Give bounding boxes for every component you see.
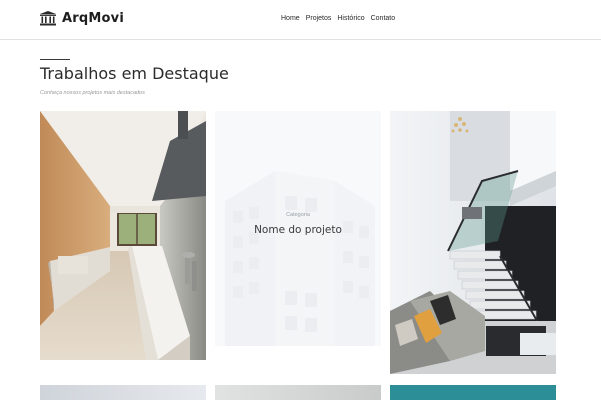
section-title: Trabalhos em Destaque — [40, 64, 229, 83]
card-category: Categoria — [286, 211, 310, 218]
project-card-featured[interactable]: Categoria Nome do projeto — [215, 111, 381, 346]
card-overlay: Categoria Nome do projeto — [215, 111, 381, 346]
project-card-kitchen[interactable] — [40, 111, 206, 360]
nav-projetos[interactable]: Projetos — [306, 15, 332, 22]
kitchen-interior-photo — [40, 111, 206, 360]
project-card-staircase[interactable] — [390, 111, 556, 374]
brand-logo[interactable]: ArqMovi — [40, 11, 124, 26]
project-card-row2-3[interactable] — [390, 385, 556, 400]
nav-contato[interactable]: Contato — [371, 15, 396, 22]
project-card-row2-1[interactable] — [40, 385, 206, 400]
building-columns-icon — [40, 11, 56, 26]
site-header: ArqMovi Home Projetos Histórico Contato — [0, 0, 601, 40]
brand-name: ArqMovi — [62, 11, 124, 26]
staircase-living-room-photo — [390, 111, 556, 374]
project-card-row2-2[interactable] — [215, 385, 381, 400]
card-project-name: Nome do projeto — [254, 223, 342, 236]
nav-home[interactable]: Home — [281, 15, 300, 22]
section-divider — [40, 59, 70, 60]
main-nav: Home Projetos Histórico Contato — [281, 15, 395, 22]
nav-historico[interactable]: Histórico — [337, 15, 364, 22]
section-subtitle: Conheça nossos projetos mais destacados — [40, 90, 145, 96]
